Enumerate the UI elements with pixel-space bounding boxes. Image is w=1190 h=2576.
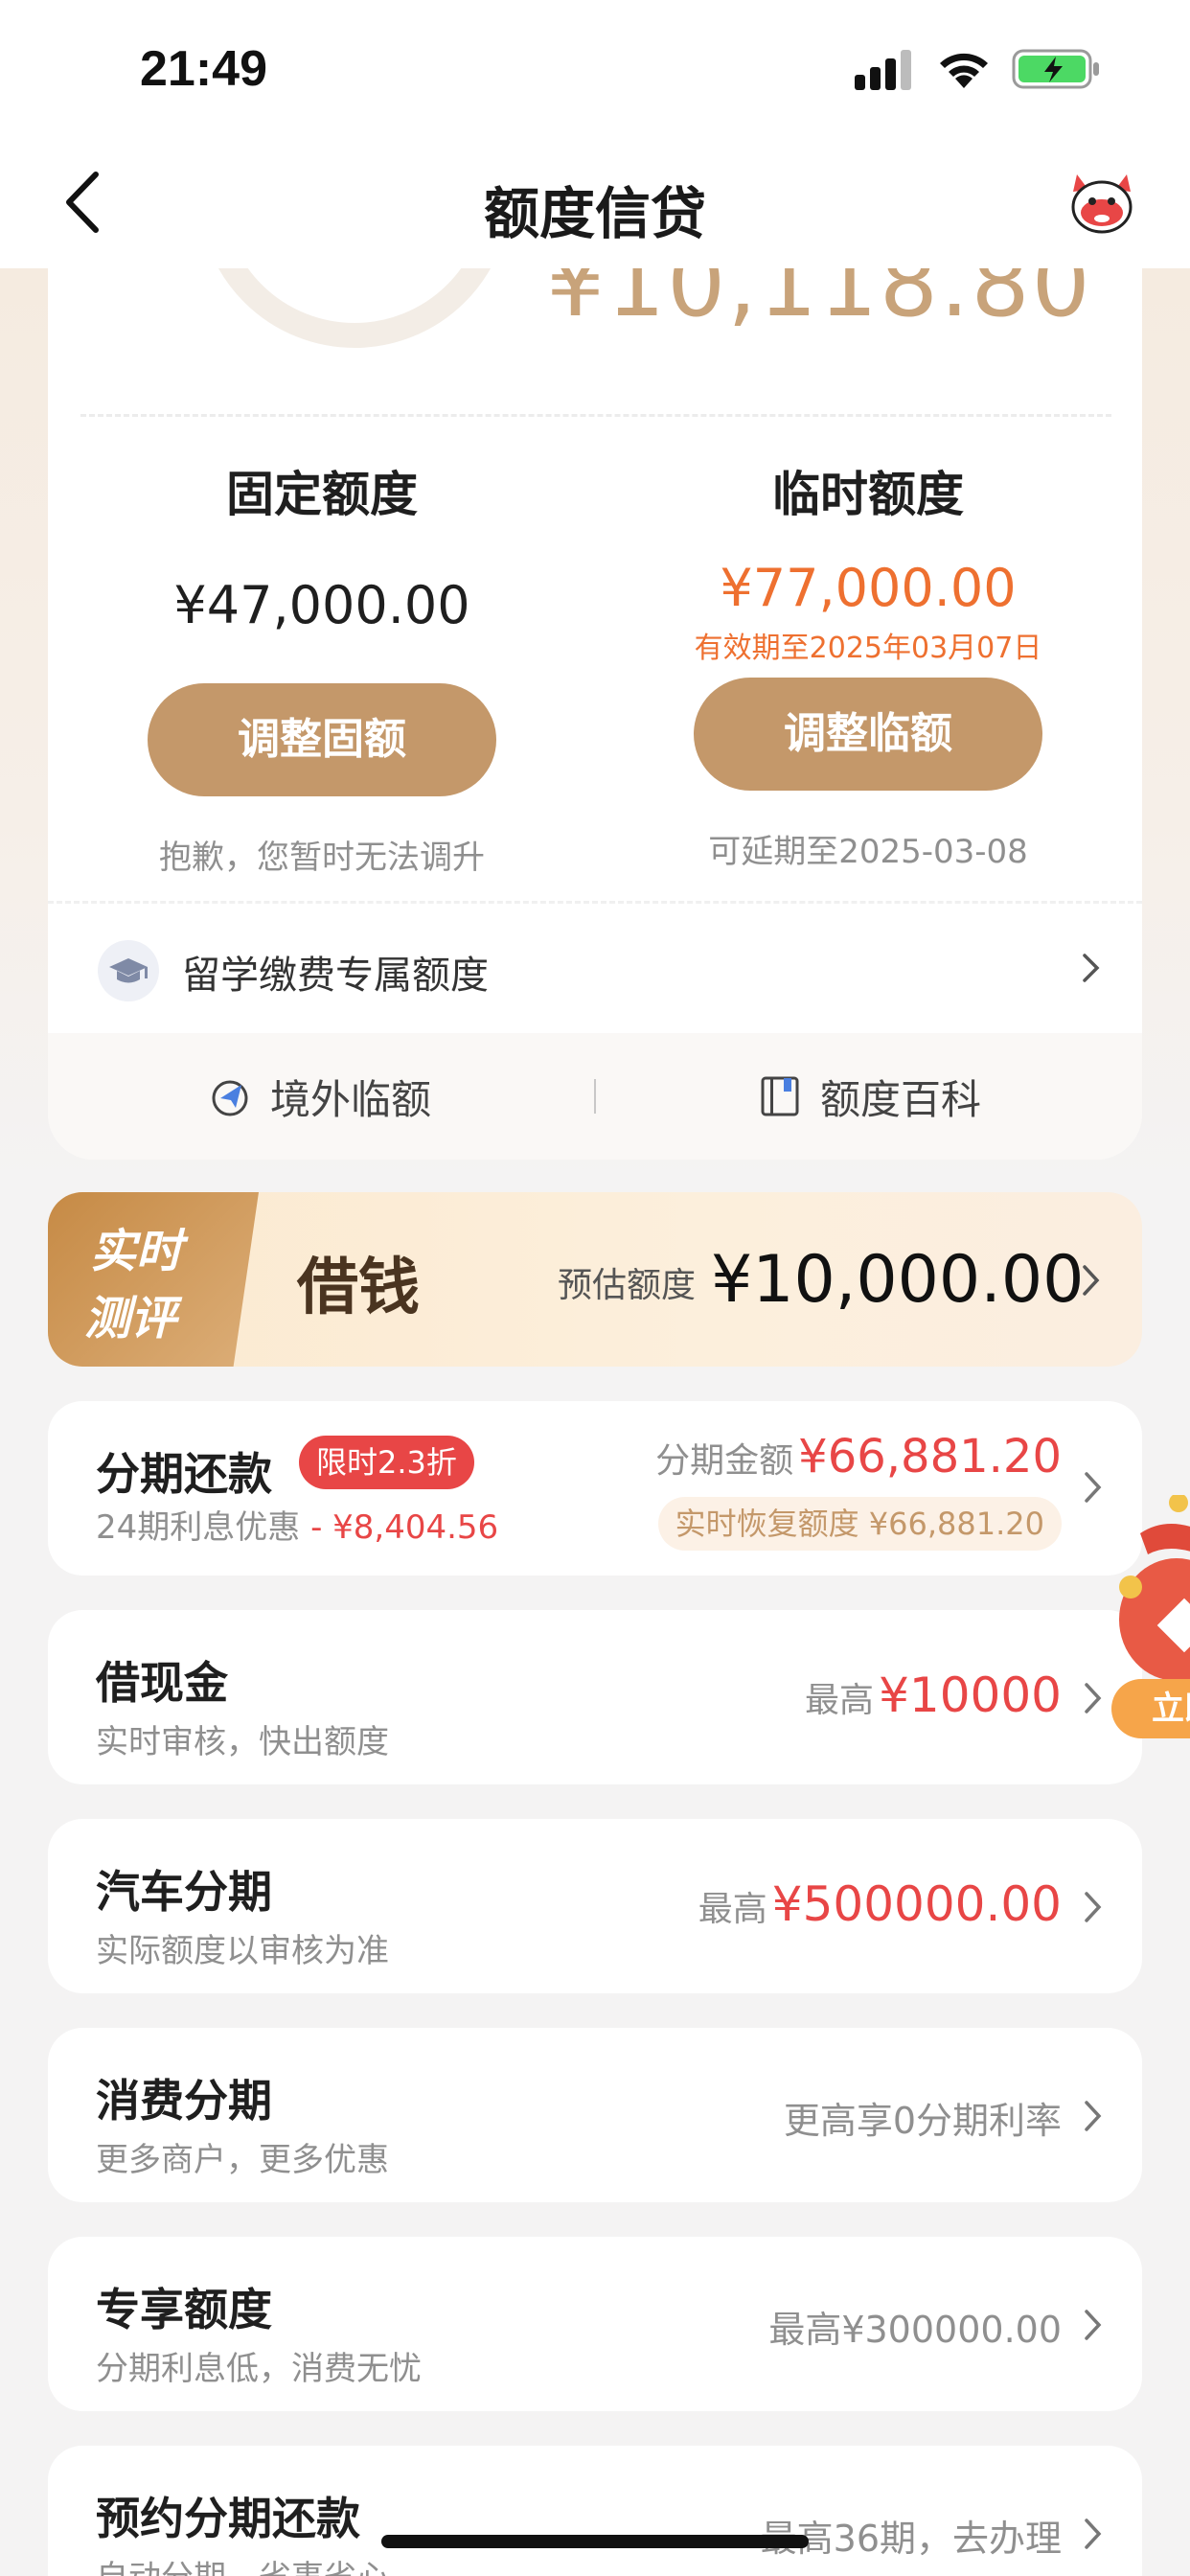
temp-quota-amount: ¥77,000.00 — [720, 558, 1017, 618]
banner-title: 借钱 — [297, 1252, 420, 1323]
fixed-quota-amount: ¥47,000.00 — [173, 575, 470, 635]
interest-discount-amount: - ¥8,404.56 — [300, 1508, 499, 1547]
tab-label: 额度百科 — [820, 1075, 982, 1123]
chevron-right-icon — [1085, 1683, 1102, 1714]
adjust-fixed-quota-button[interactable]: 调整固额 — [148, 683, 496, 796]
chevron-right-icon — [1085, 2518, 1102, 2549]
limited-discount-badge: 限时2.3折 — [299, 1436, 474, 1489]
realtime-evaluation-tag: 实时 测评 — [48, 1192, 259, 1367]
card-title: 汽车分期 — [96, 1866, 272, 1918]
divider — [80, 414, 1111, 417]
card-title: 专享额度 — [96, 2284, 272, 2335]
fixed-quota-title: 固定额度 — [226, 467, 418, 522]
chevron-right-icon — [1085, 2101, 1102, 2131]
installment-repayment-card[interactable]: 分期还款 限时2.3折 24期利息优惠 - ¥8,404.56 分期金额 ¥66… — [48, 1401, 1142, 1576]
card-subtitle: 分期利息低，消费无忧 — [96, 2350, 422, 2388]
card-title: 消费分期 — [96, 2075, 272, 2127]
page-title: 额度信贷 — [483, 181, 706, 246]
total-quota-amount: ¥10,118.80 — [546, 268, 1092, 337]
tab-quota-encyclopedia[interactable]: 额度百科 — [757, 1068, 981, 1125]
floating-promo[interactable]: 立即 — [1111, 1495, 1190, 1744]
borrow-money-banner[interactable]: 实时 测评 借钱 预估额度 ¥10,000.00 — [48, 1192, 1142, 1367]
adjust-temp-quota-button[interactable]: 调整临额 — [694, 678, 1042, 791]
wifi-icon — [940, 53, 988, 88]
home-indicator — [381, 2535, 809, 2548]
car-installment-card[interactable]: 汽车分期 实际额度以审核为准 最高 ¥500000.00 — [48, 1819, 1142, 1993]
consumer-rate-text: 更高享0分期利率 — [783, 2100, 1062, 2142]
temp-quota-title: 临时额度 — [772, 467, 964, 522]
installment-amount-value: ¥66,881.20 — [798, 1430, 1062, 1484]
tab-overseas-temp-quota[interactable]: 境外临额 — [207, 1068, 431, 1125]
chevron-right-icon — [1083, 954, 1100, 982]
fixed-quota-note: 抱歉，您暂时无法调升 — [159, 839, 485, 877]
tag-line: 实时 — [90, 1225, 183, 1278]
cash-loan-card[interactable]: 借现金 实时审核，快出额度 最高 ¥10000 — [48, 1610, 1142, 1784]
tab-divider — [594, 1079, 596, 1114]
consumer-installment-card[interactable]: 消费分期 更多商户，更多优惠 更高享0分期利率 — [48, 2028, 1142, 2202]
study-abroad-quota-row[interactable]: 留学缴费专属额度 — [48, 901, 1142, 1033]
interest-discount-label: 24期利息优惠 — [96, 1508, 301, 1547]
fixed-quota-column: 固定额度 ¥47,000.00 调整固额 抱歉，您暂时无法调升 — [73, 450, 571, 878]
battery-charging-icon — [1012, 49, 1099, 89]
temp-quota-column: 临时额度 ¥77,000.00 有效期至2025年03月07日 调整临额 可延期… — [619, 450, 1117, 872]
card-subtitle: 自动分期，省事省心 — [96, 2551, 389, 2576]
reserve-installment-card[interactable]: 预约分期还款 自动分期，省事省心 最高36期，去办理 — [48, 2446, 1142, 2576]
plane-globe-icon — [212, 1080, 248, 1116]
lucky-bag-icon — [1119, 1495, 1190, 1681]
estimated-quota-amount: ¥10,000.00 — [711, 1242, 1085, 1318]
installment-amount-label: 分期金额 — [655, 1441, 794, 1481]
chevron-right-icon — [1085, 1892, 1102, 1922]
temp-quota-validity: 有效期至2025年03月07日 — [694, 632, 1042, 665]
card-subtitle: 更多商户，更多优惠 — [96, 2141, 389, 2179]
max-label: 最高 — [698, 1890, 767, 1929]
temp-quota-note: 可延期至2025-03-08 — [708, 833, 1028, 871]
installment-amount: 分期金额 ¥66,881.20 — [655, 1430, 1062, 1484]
card-title: 分期还款 — [96, 1448, 272, 1500]
quota-ring-chart — [218, 268, 491, 348]
card-subtitle: 24期利息优惠 - ¥8,404.56 — [96, 1501, 498, 1548]
chevron-right-icon — [1083, 1265, 1100, 1296]
recover-quota-tag: 实时恢复额度 ¥66,881.20 — [657, 1497, 1062, 1551]
estimated-quota-label: 预估额度 — [558, 1266, 697, 1305]
card-subtitle: 实时审核，快出额度 — [96, 1723, 389, 1761]
study-abroad-quota-label: 留学缴费专属额度 — [182, 954, 489, 998]
graduation-cap-icon — [98, 940, 159, 1001]
status-bar: 21:49 — [0, 0, 1190, 134]
quota-tabs: 境外临额 额度百科 — [48, 1033, 1142, 1160]
book-icon — [761, 1076, 799, 1116]
tab-label: 境外临额 — [270, 1075, 432, 1123]
exclusive-max-text: 最高¥300000.00 — [768, 2309, 1062, 2351]
floating-claim-button[interactable]: 立即 — [1111, 1679, 1190, 1738]
max-value: ¥500000.00 — [771, 1876, 1062, 1932]
cellular-signal-icon — [855, 50, 911, 90]
chevron-right-icon — [1085, 2310, 1102, 2340]
exclusive-quota-card[interactable]: 专享额度 分期利息低，消费无忧 最高¥300000.00 — [48, 2237, 1142, 2411]
tag-line: 测评 — [84, 1292, 177, 1346]
status-time: 21:49 — [140, 41, 267, 97]
card-subtitle: 实际额度以审核为准 — [96, 1932, 389, 1970]
quota-card: ¥10,118.80 固定额度 ¥47,000.00 调整固额 抱歉，您暂时无法… — [48, 268, 1142, 1160]
cash-max-amount: 最高 ¥10000 — [805, 1668, 1062, 1723]
chevron-right-icon — [1085, 1472, 1102, 1503]
max-label: 最高 — [805, 1681, 875, 1720]
max-value: ¥10000 — [879, 1668, 1062, 1723]
card-title: 借现金 — [96, 1657, 228, 1709]
nav-bar: 额度信贷 — [0, 134, 1190, 268]
car-max-amount: 最高 ¥500000.00 — [698, 1876, 1062, 1932]
card-title: 预约分期还款 — [96, 2493, 360, 2544]
mascot-avatar-icon[interactable] — [1064, 163, 1140, 240]
